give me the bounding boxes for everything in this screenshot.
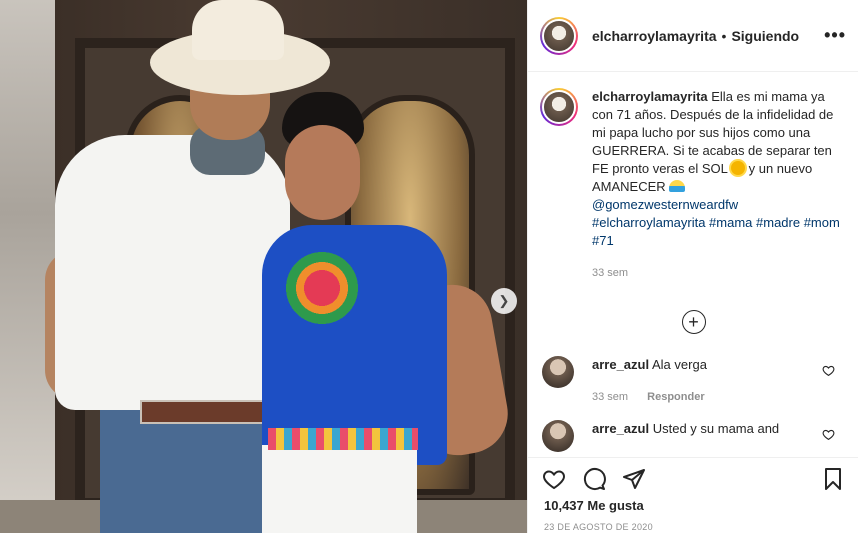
comment-username[interactable]: arre_azul: [592, 357, 649, 372]
likes-count[interactable]: 10,437 Me gusta: [528, 494, 858, 513]
next-photo-button[interactable]: ❯: [491, 288, 517, 314]
post-photo[interactable]: ❯: [0, 0, 527, 533]
like-comment-icon[interactable]: [822, 428, 835, 441]
post-date[interactable]: 23 DE AGOSTO DE 2020: [528, 513, 858, 532]
photo-woman-sash: [268, 428, 418, 450]
caption-body: elcharroylamayrita Ella es mi mama ya co…: [592, 88, 843, 282]
share-paper-plane-icon[interactable]: [622, 467, 646, 491]
reply-button[interactable]: Responder: [647, 391, 704, 403]
post-side-panel: elcharroylamayrita • Siguiendo ••• elcha…: [527, 0, 858, 533]
comment-meta: 33 sem Responder: [592, 388, 707, 406]
caption-hashtags[interactable]: #elcharroylamayrita #mama #madre #mom #7…: [592, 215, 840, 248]
caption-time: 33 sem: [592, 267, 629, 279]
caption-avatar[interactable]: [540, 88, 578, 126]
comment-time: 33 sem: [592, 391, 629, 403]
plus-circle-icon[interactable]: +: [681, 310, 706, 334]
header-separator: •: [721, 27, 727, 44]
post-actions: 10,437 Me gusta 23 DE AGOSTO DE 2020: [528, 457, 858, 533]
header-username[interactable]: elcharroylamayrita: [592, 28, 717, 44]
following-button[interactable]: Siguiendo: [731, 28, 799, 44]
action-icons: [528, 458, 858, 494]
post-header: elcharroylamayrita • Siguiendo •••: [528, 0, 858, 72]
comment-item: arre_azul Usted y su mama and: [528, 420, 858, 452]
chevron-right-icon: ❯: [498, 293, 510, 308]
header-avatar[interactable]: [540, 16, 578, 55]
photo-man-shirt: [55, 135, 290, 410]
photo-woman-embroidery: [280, 228, 385, 328]
photo-man-jeans: [100, 410, 270, 533]
comment-text: Usted y su mama and: [652, 421, 780, 436]
comment-text: Ala verga: [652, 357, 707, 372]
caption-mention[interactable]: @gomezwesternweardfw: [592, 197, 738, 212]
like-heart-icon[interactable]: [542, 467, 566, 491]
save-bookmark-icon[interactable]: [821, 467, 845, 491]
comment-username[interactable]: arre_azul: [592, 421, 649, 436]
caption-username[interactable]: elcharroylamayrita: [592, 89, 708, 104]
caption: elcharroylamayrita Ella es mi mama ya co…: [528, 72, 858, 282]
photo-man-belt: [140, 400, 265, 424]
comment-bubble-icon[interactable]: [582, 467, 606, 491]
sun-emoji-icon: [730, 161, 745, 175]
comment-avatar[interactable]: [542, 356, 574, 388]
comment-avatar[interactable]: [542, 420, 574, 452]
comments-section[interactable]: elcharroylamayrita Ella es mi mama ya co…: [528, 72, 858, 457]
photo-woman-head: [285, 125, 360, 220]
load-more-comments[interactable]: +: [528, 310, 858, 334]
photo-hat-crown: [192, 0, 284, 60]
more-options-icon[interactable]: •••: [824, 25, 846, 46]
sunrise-emoji-icon: [669, 180, 686, 192]
photo-woman-skirt: [262, 445, 417, 533]
comment-body: arre_azul Ala verga 33 sem Responder: [592, 356, 707, 406]
like-comment-icon[interactable]: [822, 364, 835, 377]
comment-item: arre_azul Ala verga 33 sem Responder: [528, 356, 858, 406]
comment-body: arre_azul Usted y su mama and: [592, 420, 779, 452]
